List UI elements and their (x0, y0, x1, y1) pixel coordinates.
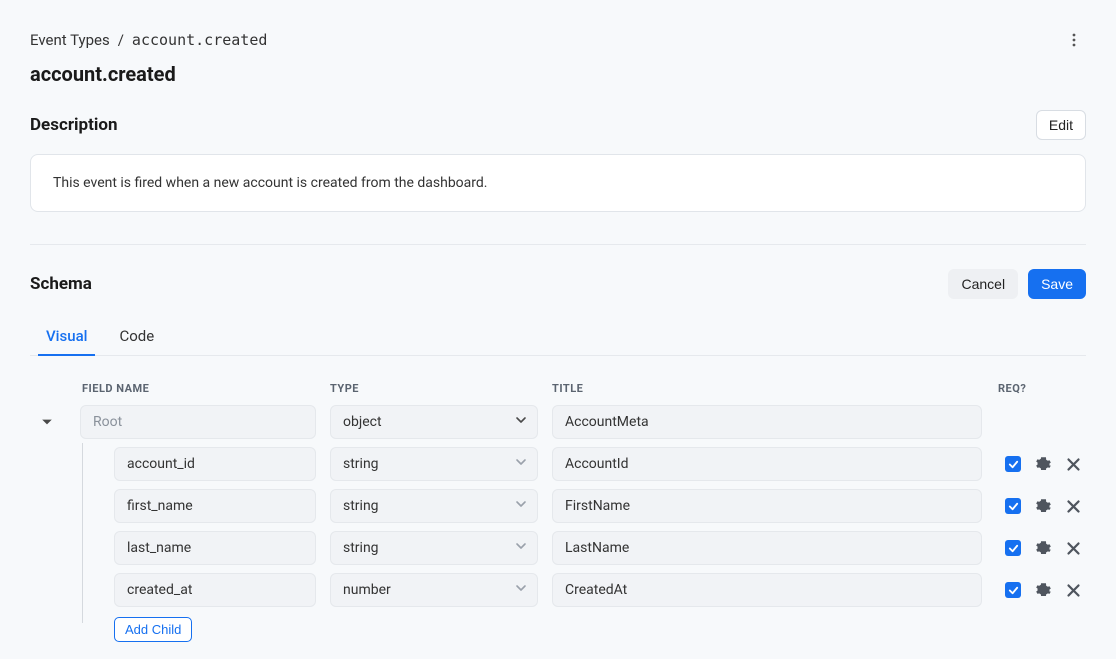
page-title: account.created (30, 62, 1086, 86)
gear-icon (1036, 457, 1051, 472)
tab-code[interactable]: Code (117, 317, 156, 355)
cancel-button[interactable]: Cancel (948, 269, 1018, 299)
col-field-name: FIELD NAME (64, 382, 330, 395)
schema-field-row: account_id string AccountId (30, 447, 1086, 481)
field-name-input[interactable]: account_id (114, 447, 316, 481)
root-field-name: Root (80, 405, 316, 439)
breadcrumb-sep: / (118, 31, 124, 49)
gear-icon (1036, 541, 1051, 556)
close-icon (1066, 541, 1081, 556)
field-settings-button[interactable] (1032, 579, 1054, 601)
field-title-input[interactable]: CreatedAt (552, 573, 982, 607)
schema-field-row: last_name string LastName (30, 531, 1086, 565)
required-checkbox[interactable] (1005, 540, 1021, 556)
field-name-input[interactable]: first_name (114, 489, 316, 523)
check-icon (1008, 501, 1019, 512)
breadcrumb-root[interactable]: Event Types (30, 31, 110, 49)
chevron-down-icon (515, 582, 527, 594)
save-button[interactable]: Save (1028, 269, 1086, 299)
field-name-input[interactable]: last_name (114, 531, 316, 565)
field-type-select[interactable]: string (330, 447, 538, 481)
schema-tabs: Visual Code (30, 317, 1086, 356)
root-type-value: object (343, 414, 382, 430)
field-settings-button[interactable] (1032, 537, 1054, 559)
check-icon (1008, 459, 1019, 470)
kebab-icon (1066, 32, 1082, 48)
breadcrumb-current: account.created (132, 31, 267, 49)
close-icon (1066, 583, 1081, 598)
field-type-value: string (343, 540, 379, 556)
close-icon (1066, 499, 1081, 514)
field-remove-button[interactable] (1062, 453, 1084, 475)
field-remove-button[interactable] (1062, 495, 1084, 517)
chevron-down-icon (515, 540, 527, 552)
chevron-down-icon (515, 498, 527, 510)
divider (30, 244, 1086, 245)
description-heading: Description (30, 115, 117, 135)
schema-field-row: created_at number CreatedAt (30, 573, 1086, 607)
required-checkbox[interactable] (1005, 498, 1021, 514)
schema-root-row: Root object AccountMeta (30, 405, 1086, 439)
tab-visual[interactable]: Visual (44, 317, 89, 355)
check-icon (1008, 585, 1019, 596)
field-settings-button[interactable] (1032, 453, 1054, 475)
schema-field-row: first_name string FirstName (30, 489, 1086, 523)
more-menu-button[interactable] (1062, 28, 1086, 52)
field-type-value: string (343, 498, 379, 514)
root-title-input[interactable]: AccountMeta (552, 405, 982, 439)
schema-heading: Schema (30, 274, 92, 294)
required-checkbox[interactable] (1005, 456, 1021, 472)
caret-down-icon (41, 416, 53, 428)
close-icon (1066, 457, 1081, 472)
required-checkbox[interactable] (1005, 582, 1021, 598)
field-type-value: number (343, 582, 391, 598)
field-type-select[interactable]: string (330, 531, 538, 565)
breadcrumb: Event Types / account.created (30, 31, 267, 49)
collapse-toggle[interactable] (30, 416, 64, 428)
field-remove-button[interactable] (1062, 537, 1084, 559)
description-text: This event is fired when a new account i… (30, 154, 1086, 212)
field-title-input[interactable]: FirstName (552, 489, 982, 523)
gear-icon (1036, 499, 1051, 514)
field-title-input[interactable]: LastName (552, 531, 982, 565)
col-req: REQ? (998, 382, 1084, 395)
field-type-select[interactable]: string (330, 489, 538, 523)
field-title-input[interactable]: AccountId (552, 447, 982, 481)
col-type: TYPE (330, 382, 552, 395)
field-settings-button[interactable] (1032, 495, 1054, 517)
col-title: TITLE (552, 382, 998, 395)
field-name-input[interactable]: created_at (114, 573, 316, 607)
field-type-value: string (343, 456, 379, 472)
gear-icon (1036, 583, 1051, 598)
root-type-select[interactable]: object (330, 405, 538, 439)
chevron-down-icon (515, 456, 527, 468)
chevron-down-icon (515, 414, 527, 426)
edit-description-button[interactable]: Edit (1036, 110, 1086, 140)
field-remove-button[interactable] (1062, 579, 1084, 601)
check-icon (1008, 543, 1019, 554)
field-type-select[interactable]: number (330, 573, 538, 607)
add-child-button[interactable]: Add Child (114, 617, 192, 642)
